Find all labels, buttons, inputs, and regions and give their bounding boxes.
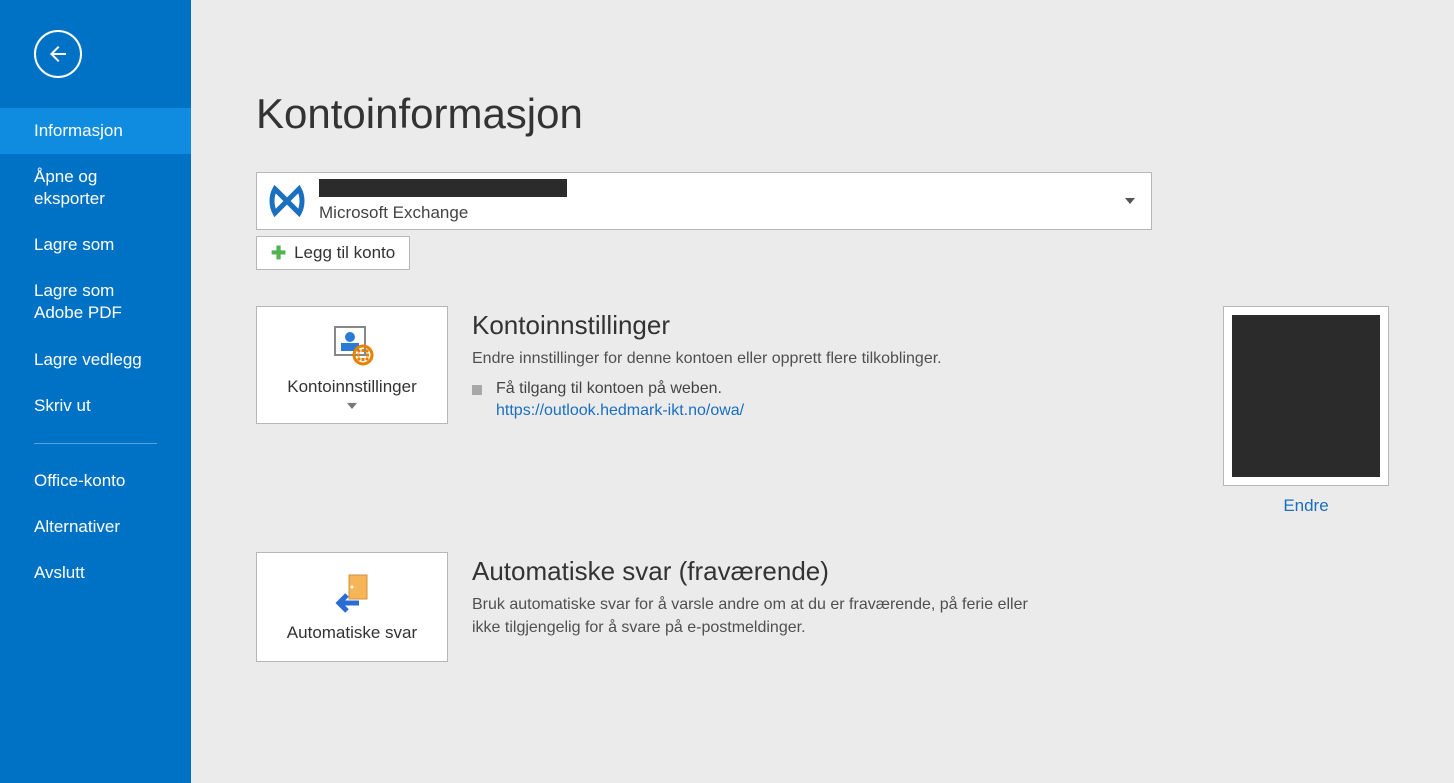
sidebar-item-save-as[interactable]: Lagre som bbox=[0, 222, 191, 268]
page-title: Kontoinformasjon bbox=[256, 90, 1389, 138]
auto-reply-section: Automatiske svar Automatiske svar (fravæ… bbox=[256, 552, 1389, 662]
profile-photo-panel: Endre bbox=[1223, 306, 1389, 516]
sidebar-item-save-attachments[interactable]: Lagre vedlegg bbox=[0, 337, 191, 383]
backstage-sidebar: Informasjon Åpne og eksporter Lagre som … bbox=[0, 0, 191, 783]
plus-icon: ✚ bbox=[271, 244, 286, 262]
arrow-left-icon bbox=[46, 42, 70, 66]
web-access-label: Få tilgang til kontoen på weben. bbox=[496, 380, 722, 398]
sidebar-item-exit[interactable]: Avslutt bbox=[0, 550, 191, 596]
sidebar-item-options[interactable]: Alternativer bbox=[0, 504, 191, 550]
account-settings-icon bbox=[257, 323, 447, 369]
sidebar-item-informasjon[interactable]: Informasjon bbox=[0, 108, 191, 154]
account-selector-text: Microsoft Exchange bbox=[319, 179, 1141, 223]
sidebar-item-open-export[interactable]: Åpne og eksporter bbox=[0, 154, 191, 222]
account-settings-heading: Kontoinnstillinger bbox=[472, 310, 942, 341]
sidebar-item-save-as-pdf[interactable]: Lagre som Adobe PDF bbox=[0, 268, 191, 336]
chevron-down-icon bbox=[1125, 198, 1135, 204]
exchange-icon bbox=[267, 181, 307, 221]
web-access-bullet: Få tilgang til kontoen på weben. bbox=[472, 380, 942, 398]
account-settings-text: Kontoinnstillinger Endre innstillinger f… bbox=[472, 306, 942, 420]
add-account-button[interactable]: ✚ Legg til konto bbox=[256, 236, 410, 270]
sidebar-item-print[interactable]: Skriv ut bbox=[0, 383, 191, 429]
auto-reply-text: Automatiske svar (fraværende) Bruk autom… bbox=[472, 552, 1032, 639]
auto-reply-heading: Automatiske svar (fraværende) bbox=[472, 556, 1032, 587]
auto-reply-tile[interactable]: Automatiske svar bbox=[256, 552, 448, 662]
account-settings-desc: Endre innstillinger for denne kontoen el… bbox=[472, 347, 942, 370]
back-button[interactable] bbox=[34, 30, 82, 78]
account-selector-dropdown[interactable]: Microsoft Exchange bbox=[256, 172, 1152, 230]
account-type-label: Microsoft Exchange bbox=[319, 203, 1141, 223]
sidebar-divider bbox=[34, 443, 157, 444]
owa-link[interactable]: https://outlook.hedmark-ikt.no/owa/ bbox=[496, 402, 744, 420]
auto-reply-desc: Bruk automatiske svar for å varsle andre… bbox=[472, 593, 1032, 639]
auto-reply-icon bbox=[257, 569, 447, 615]
account-settings-section: Kontoinnstillinger Kontoinnstillinger En… bbox=[256, 306, 1389, 516]
profile-photo-frame bbox=[1223, 306, 1389, 486]
profile-photo-redacted bbox=[1232, 315, 1380, 477]
sidebar-item-office-account[interactable]: Office-konto bbox=[0, 458, 191, 504]
bullet-icon bbox=[472, 385, 482, 395]
account-settings-tile[interactable]: Kontoinnstillinger bbox=[256, 306, 448, 424]
chevron-down-icon bbox=[347, 403, 357, 409]
change-photo-link[interactable]: Endre bbox=[1283, 496, 1328, 516]
add-account-label: Legg til konto bbox=[294, 243, 395, 263]
account-settings-tile-label: Kontoinnstillinger bbox=[257, 377, 447, 397]
account-name-redacted bbox=[319, 179, 567, 197]
main-content: Kontoinformasjon Microsoft Exchange ✚ Le… bbox=[191, 0, 1454, 783]
auto-reply-tile-label: Automatiske svar bbox=[257, 623, 447, 643]
